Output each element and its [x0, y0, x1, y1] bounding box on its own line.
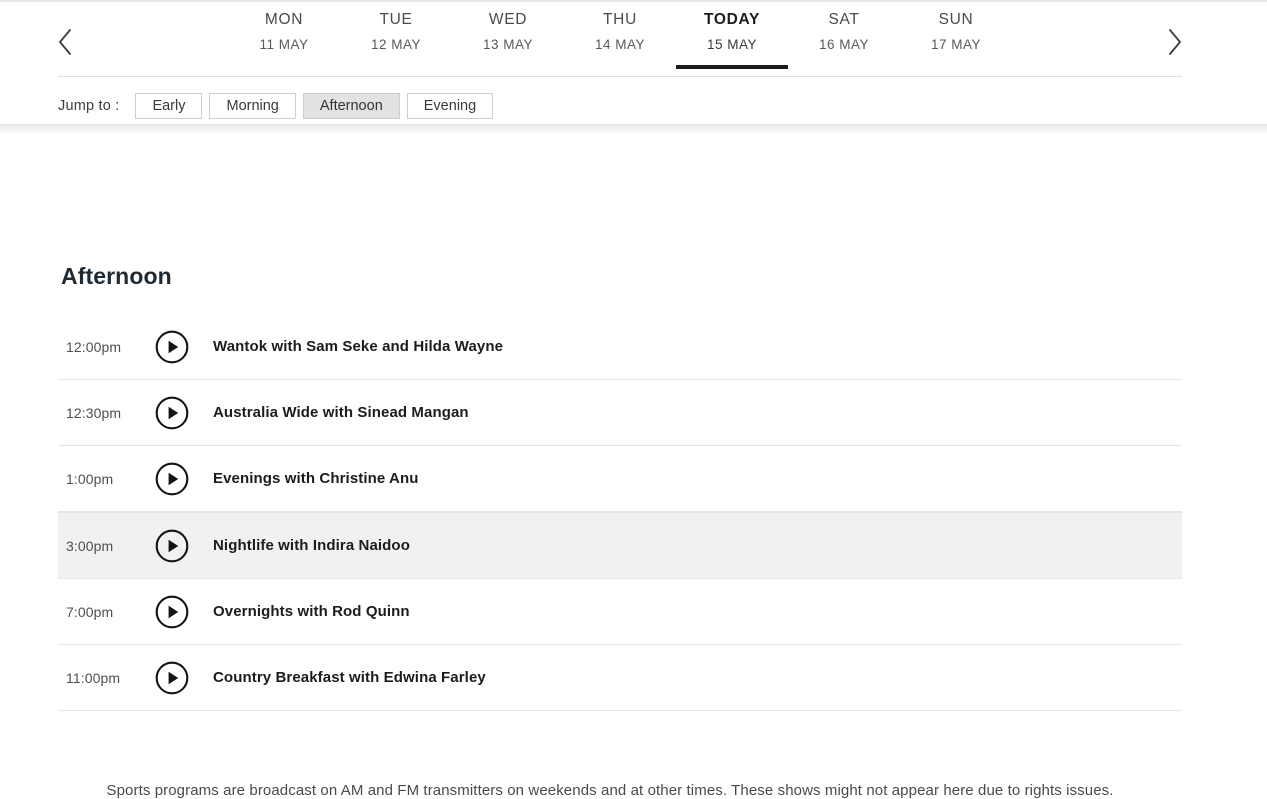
- chevron-right-icon: [1165, 27, 1185, 57]
- day-tab-date: 13 MAY: [482, 37, 534, 52]
- jump-to-buttons: Early Morning Afternoon Evening: [135, 93, 500, 119]
- day-tab-dow: SAT: [828, 11, 860, 28]
- day-tab-sun[interactable]: SUN 17 MAY: [900, 10, 1012, 68]
- jump-button-early[interactable]: Early: [135, 93, 203, 119]
- program-title[interactable]: Wantok with Sam Seke and Hilda Wayne: [213, 338, 503, 355]
- day-tab-tue[interactable]: TUE 12 MAY: [340, 10, 452, 68]
- program-title[interactable]: Nightlife with Indira Naidoo: [213, 537, 410, 554]
- jump-button-evening[interactable]: Evening: [406, 93, 494, 119]
- schedule-header: MON 11 MAY TUE 12 MAY WED 13 MAY THU 14 …: [0, 0, 1267, 134]
- table-row[interactable]: 1:00pm Evenings with Christine Anu: [58, 446, 1182, 512]
- play-icon[interactable]: [155, 330, 189, 364]
- program-list: 12:00pm Wantok with Sam Seke and Hilda W…: [58, 314, 1182, 711]
- play-icon[interactable]: [155, 396, 189, 430]
- table-row[interactable]: 12:00pm Wantok with Sam Seke and Hilda W…: [58, 314, 1182, 380]
- day-tab-date: 17 MAY: [930, 37, 982, 52]
- program-title[interactable]: Australia Wide with Sinead Mangan: [213, 404, 469, 421]
- program-time: 11:00pm: [66, 669, 121, 686]
- program-time: 12:30pm: [66, 404, 122, 421]
- jump-button-afternoon[interactable]: Afternoon: [302, 93, 400, 119]
- program-title[interactable]: Evenings with Christine Anu: [213, 470, 419, 487]
- table-row[interactable]: 3:00pm Nightlife with Indira Naidoo: [58, 512, 1182, 579]
- play-icon[interactable]: [155, 529, 189, 563]
- chevron-left-icon: [55, 27, 75, 57]
- program-time: 12:00pm: [66, 338, 122, 355]
- day-tab-today[interactable]: TODAY 15 MAY: [676, 10, 788, 69]
- day-tab-date: 14 MAY: [594, 37, 646, 52]
- day-tab-dow: TODAY: [703, 11, 761, 28]
- day-tab-date: 11 MAY: [259, 37, 309, 52]
- program-time: 3:00pm: [66, 537, 114, 554]
- day-tab-date: 16 MAY: [818, 37, 870, 52]
- day-tab-mon[interactable]: MON 11 MAY: [228, 10, 340, 68]
- program-title[interactable]: Overnights with Rod Quinn: [213, 603, 410, 620]
- next-week-button[interactable]: [1155, 22, 1195, 62]
- program-title[interactable]: Country Breakfast with Edwina Farley: [213, 669, 486, 686]
- header-shadow: [0, 124, 1267, 134]
- jump-to-row: Jump to : Early Morning Afternoon Evenin…: [0, 92, 500, 120]
- day-tab-date: 12 MAY: [370, 37, 422, 52]
- rights-disclaimer: Sports programs are broadcast on AM and …: [106, 782, 1114, 799]
- table-row[interactable]: 11:00pm Country Breakfast with Edwina Fa…: [58, 645, 1182, 711]
- program-time: 7:00pm: [66, 603, 114, 620]
- day-tab-date: 15 MAY: [706, 37, 758, 52]
- day-tabs: MON 11 MAY TUE 12 MAY WED 13 MAY THU 14 …: [228, 10, 1128, 69]
- table-row[interactable]: 7:00pm Overnights with Rod Quinn: [58, 579, 1182, 645]
- day-tab-thu[interactable]: THU 14 MAY: [564, 10, 676, 68]
- day-tab-dow: TUE: [379, 11, 413, 28]
- day-tab-dow: SUN: [938, 11, 974, 28]
- page-title: Afternoon: [61, 263, 172, 289]
- day-tab-wed[interactable]: WED 13 MAY: [452, 10, 564, 68]
- program-time: 1:00pm: [66, 470, 114, 487]
- play-icon[interactable]: [155, 595, 189, 629]
- table-row[interactable]: 12:30pm Australia Wide with Sinead Manga…: [58, 380, 1182, 446]
- day-tab-sat[interactable]: SAT 16 MAY: [788, 10, 900, 68]
- play-icon[interactable]: [155, 661, 189, 695]
- day-tab-dow: THU: [603, 11, 637, 28]
- jump-to-label: Jump to :: [58, 98, 120, 114]
- play-icon[interactable]: [155, 462, 189, 496]
- day-strip-divider: [58, 76, 1182, 77]
- day-tab-dow: MON: [264, 11, 304, 28]
- previous-week-button[interactable]: [45, 22, 85, 62]
- day-tab-dow: WED: [488, 11, 528, 28]
- day-selector-strip: MON 11 MAY TUE 12 MAY WED 13 MAY THU 14 …: [0, 2, 1267, 78]
- jump-button-morning[interactable]: Morning: [209, 93, 296, 119]
